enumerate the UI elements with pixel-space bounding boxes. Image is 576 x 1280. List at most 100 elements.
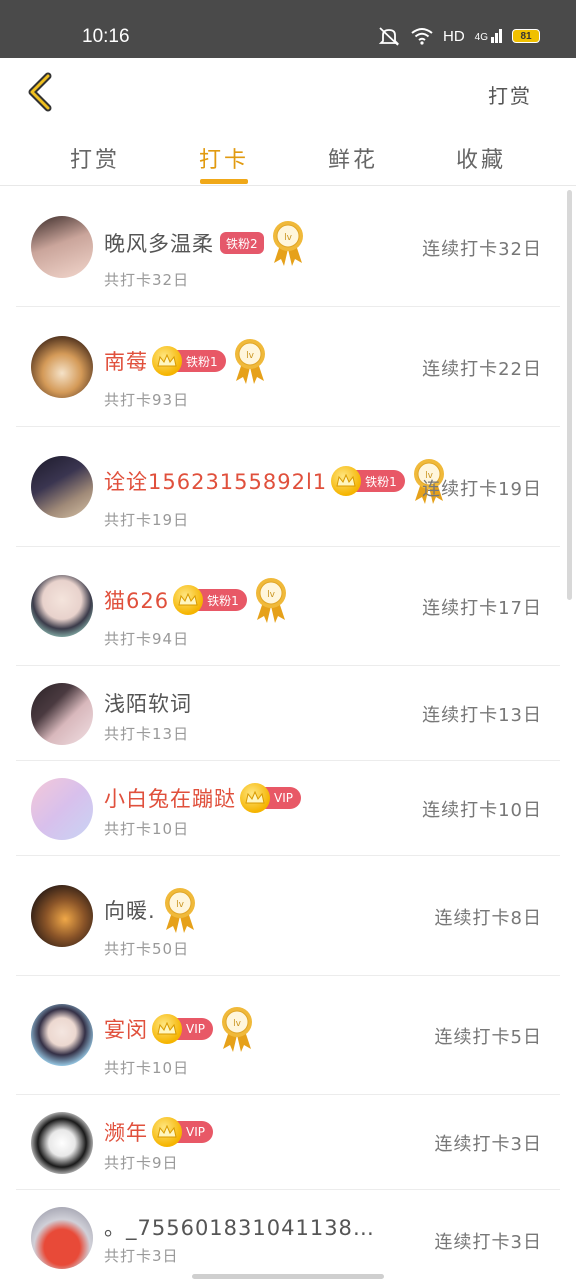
user-name: 猫626 xyxy=(104,589,170,613)
fan-crown-badge: 铁粉1 xyxy=(331,466,405,496)
svg-text:lv: lv xyxy=(176,900,185,910)
avatar[interactable] xyxy=(31,683,93,745)
tab-checkin[interactable]: 打卡 xyxy=(179,142,269,174)
list-item[interactable]: 浅陌软词 共打卡13日 连续打卡13日 xyxy=(16,666,560,761)
avatar[interactable] xyxy=(31,885,93,947)
streak-checkins: 连续打卡3日 xyxy=(434,1232,542,1253)
vip-label: VIP xyxy=(186,1022,205,1036)
list-item[interactable]: 诠诠15623155892l1 铁粉1 lv 共打卡19日 连续打卡19日 xyxy=(16,427,560,547)
list-item[interactable]: 南莓 铁粉1 lv 共打卡93日 连续打卡22日 xyxy=(16,307,560,427)
avatar[interactable] xyxy=(31,1112,93,1174)
total-checkins: 共打卡13日 xyxy=(104,725,190,743)
streak-checkins: 连续打卡5日 xyxy=(434,1027,542,1048)
total-checkins: 共打卡10日 xyxy=(104,820,190,838)
total-checkins: 共打卡19日 xyxy=(104,511,190,529)
tab-flowers[interactable]: 鲜花 xyxy=(308,142,398,174)
vip-label: VIP xyxy=(274,791,293,805)
streak-checkins: 连续打卡22日 xyxy=(422,359,542,380)
streak-checkins: 连续打卡19日 xyxy=(422,479,542,500)
user-name: 小白兔在蹦跶 xyxy=(104,787,236,811)
avatar[interactable] xyxy=(31,1004,93,1066)
crown-icon xyxy=(240,783,270,813)
user-name: 宴闵 xyxy=(104,1018,148,1042)
avatar[interactable] xyxy=(31,1207,93,1269)
name-line: 浅陌软词 xyxy=(104,688,192,718)
user-name: 浅陌软词 xyxy=(104,692,192,716)
streak-checkins: 连续打卡3日 xyxy=(434,1134,542,1155)
avatar[interactable] xyxy=(31,336,93,398)
total-checkins: 共打卡32日 xyxy=(104,271,190,289)
avatar[interactable] xyxy=(31,778,93,840)
tip-button[interactable]: 打赏 xyxy=(488,80,532,109)
svg-text:lv: lv xyxy=(233,1019,242,1029)
header: 打赏 xyxy=(0,58,576,130)
name-line: 诠诠15623155892l1 铁粉1 lv xyxy=(104,457,447,505)
name-line: 。_755601831041138… xyxy=(104,1212,375,1242)
fan-badge: 铁粉1 xyxy=(365,474,397,489)
fan-badge: 铁粉2 xyxy=(220,232,264,254)
crown-icon xyxy=(152,1117,182,1147)
scrollbar[interactable] xyxy=(567,190,572,600)
wifi-icon xyxy=(411,28,433,45)
back-button[interactable] xyxy=(22,70,62,114)
list-item[interactable]: 猫626 铁粉1 lv 共打卡94日 连续打卡17日 xyxy=(16,547,560,666)
avatar[interactable] xyxy=(31,456,93,518)
user-name: 向暖. xyxy=(104,899,156,923)
medal-icon: lv xyxy=(255,578,286,623)
medal-icon: lv xyxy=(164,888,195,933)
vip-label: VIP xyxy=(186,1125,205,1139)
total-checkins: 共打卡94日 xyxy=(104,630,190,648)
tab-indicator xyxy=(200,179,248,184)
medal-icon: lv xyxy=(234,339,265,384)
name-line: 宴闵 VIP lv xyxy=(104,1005,255,1053)
total-checkins: 共打卡3日 xyxy=(104,1247,179,1265)
crown-icon xyxy=(331,466,362,496)
name-line: 南莓 铁粉1 lv xyxy=(104,337,268,385)
tab-tip[interactable]: 打赏 xyxy=(50,142,140,174)
name-line: 濒年 VIP xyxy=(104,1117,213,1147)
svg-text:lv: lv xyxy=(284,233,293,243)
streak-checkins: 连续打卡8日 xyxy=(434,908,542,929)
user-name: 诠诠15623155892l1 xyxy=(104,470,328,494)
streak-checkins: 连续打卡10日 xyxy=(422,800,542,821)
signal-icon: 4G xyxy=(475,29,502,43)
network-label: HD xyxy=(442,27,465,45)
crown-icon xyxy=(173,585,204,615)
list-item[interactable]: 小白兔在蹦跶 VIP 共打卡10日 连续打卡10日 xyxy=(16,761,560,856)
avatar[interactable] xyxy=(31,575,93,637)
list-item[interactable]: 。_755601831041138… 共打卡3日 连续打卡3日 xyxy=(16,1190,560,1280)
tab-favorites[interactable]: 收藏 xyxy=(436,142,526,174)
streak-checkins: 连续打卡13日 xyxy=(422,705,542,726)
fan-badge: 铁粉1 xyxy=(186,354,218,369)
svg-text:lv: lv xyxy=(267,590,276,600)
tab-bar: 打赏 打卡 鲜花 收藏 xyxy=(0,130,576,186)
list-item[interactable]: 濒年 VIP 共打卡9日 连续打卡3日 xyxy=(16,1095,560,1190)
name-line: 向暖. lv xyxy=(104,886,198,934)
total-checkins: 共打卡9日 xyxy=(104,1154,179,1172)
name-line: 晚风多温柔 铁粉2 lv xyxy=(104,219,306,267)
streak-checkins: 连续打卡32日 xyxy=(422,239,542,260)
fan-crown-badge: 铁粉1 xyxy=(173,585,247,615)
list-item[interactable]: 宴闵 VIP lv 共打卡10日 连续打卡5日 xyxy=(16,976,560,1095)
home-indicator[interactable] xyxy=(192,1274,384,1279)
status-bar: 10:16 HD 4G 81 xyxy=(0,0,576,58)
avatar[interactable] xyxy=(31,216,93,278)
fan-crown-badge: 铁粉1 xyxy=(152,346,226,376)
total-checkins: 共打卡93日 xyxy=(104,391,190,409)
streak-checkins: 连续打卡17日 xyxy=(422,598,542,619)
user-name: 濒年 xyxy=(104,1121,148,1145)
checkin-list: 晚风多温柔 铁粉2 lv 共打卡32日 连续打卡32日 南莓 铁粉1 lv 共打… xyxy=(16,187,560,1280)
user-name: 。_755601831041138… xyxy=(104,1216,375,1240)
fan-badge: 铁粉1 xyxy=(207,593,239,608)
total-checkins: 共打卡50日 xyxy=(104,940,190,958)
total-checkins: 共打卡10日 xyxy=(104,1059,190,1077)
list-item[interactable]: 向暖. lv 共打卡50日 连续打卡8日 xyxy=(16,856,560,976)
user-name: 晚风多温柔 xyxy=(104,232,214,256)
list-item[interactable]: 晚风多温柔 铁粉2 lv 共打卡32日 连续打卡32日 xyxy=(16,187,560,307)
name-line: 小白兔在蹦跶 VIP xyxy=(104,783,301,813)
medal-icon: lv xyxy=(221,1007,252,1052)
medal-icon: lv xyxy=(272,221,303,266)
crown-icon xyxy=(152,1014,182,1044)
vip-badge: VIP xyxy=(152,1117,213,1147)
battery-icon: 81 xyxy=(512,29,540,43)
